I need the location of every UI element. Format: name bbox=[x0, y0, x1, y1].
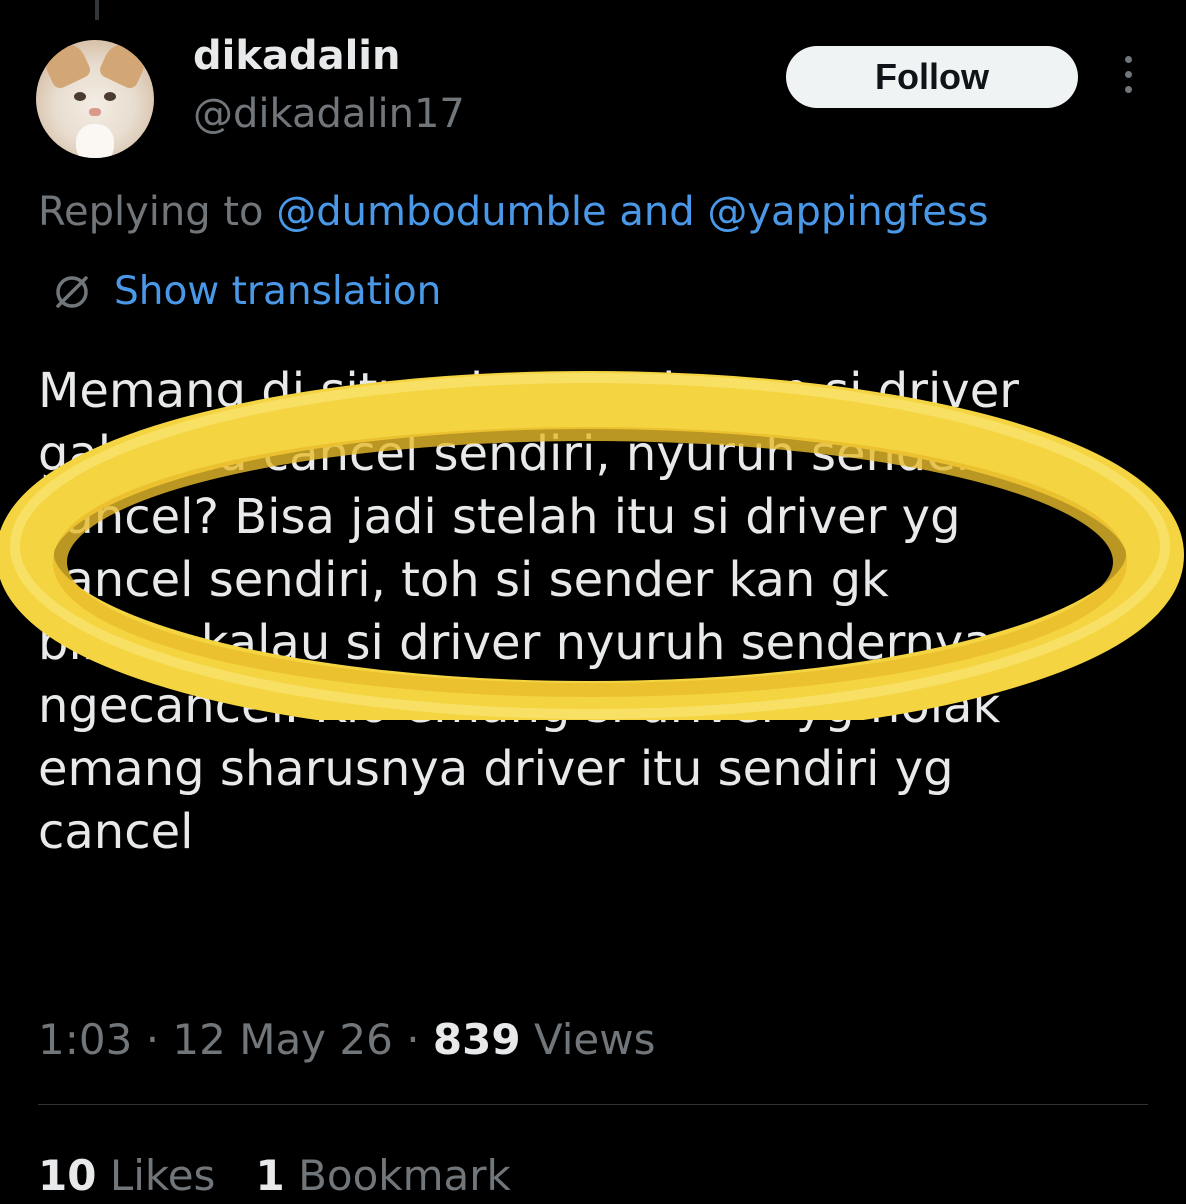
tweet-date[interactable]: 12 May 26 bbox=[172, 1015, 392, 1064]
likes-count: 10 bbox=[38, 1151, 97, 1200]
divider bbox=[38, 1104, 1148, 1105]
replying-to: Replying to @dumbodumble and @yappingfes… bbox=[38, 186, 989, 238]
mention-link[interactable]: @yappingfess bbox=[707, 189, 988, 235]
views-count: 839 bbox=[432, 1015, 521, 1064]
replying-prefix: Replying to bbox=[38, 189, 264, 235]
avatar-eye bbox=[104, 92, 116, 101]
dot bbox=[1124, 56, 1132, 63]
thread-connector-line bbox=[95, 0, 99, 20]
more-vertical-icon[interactable] bbox=[1118, 56, 1138, 100]
avatar[interactable] bbox=[36, 40, 154, 158]
author-handle[interactable]: @dikadalin17 bbox=[193, 90, 465, 138]
bookmarks-link[interactable]: 1 Bookmark bbox=[256, 1151, 511, 1200]
dot bbox=[1124, 86, 1132, 93]
author-display-name[interactable]: dikadalin bbox=[193, 32, 400, 80]
globe-icon bbox=[56, 276, 88, 308]
avatar-ear bbox=[39, 40, 93, 91]
bookmarks-count: 1 bbox=[255, 1151, 285, 1200]
avatar-paw bbox=[76, 124, 114, 158]
meta-separator: · bbox=[406, 1015, 420, 1064]
show-translation-label: Show translation bbox=[114, 269, 442, 314]
meta-separator: · bbox=[145, 1015, 160, 1064]
tweet-meta: 1:03 · 12 May 26 · 839 Views bbox=[38, 1012, 656, 1068]
dot bbox=[1124, 71, 1132, 78]
likes-label: Likes bbox=[109, 1151, 216, 1200]
avatar-nose bbox=[89, 108, 101, 116]
avatar-ear bbox=[97, 40, 151, 91]
avatar-eye bbox=[74, 92, 86, 101]
replying-joiner: and bbox=[619, 189, 695, 235]
tweet-text: Memang di situ ada percakapan si driver … bbox=[38, 363, 1019, 860]
views-label: Views bbox=[533, 1015, 656, 1064]
likes-link[interactable]: 10 Likes bbox=[38, 1151, 215, 1200]
mention-link[interactable]: @dumbodumble bbox=[276, 189, 606, 235]
bookmarks-label: Bookmark bbox=[298, 1151, 511, 1200]
follow-button[interactable]: Follow bbox=[786, 46, 1078, 108]
tweet-stats: 10 Likes 1 Bookmark bbox=[38, 1148, 511, 1204]
tweet-time[interactable]: 1:03 bbox=[38, 1015, 132, 1064]
show-translation-button[interactable]: Show translation bbox=[50, 266, 441, 318]
